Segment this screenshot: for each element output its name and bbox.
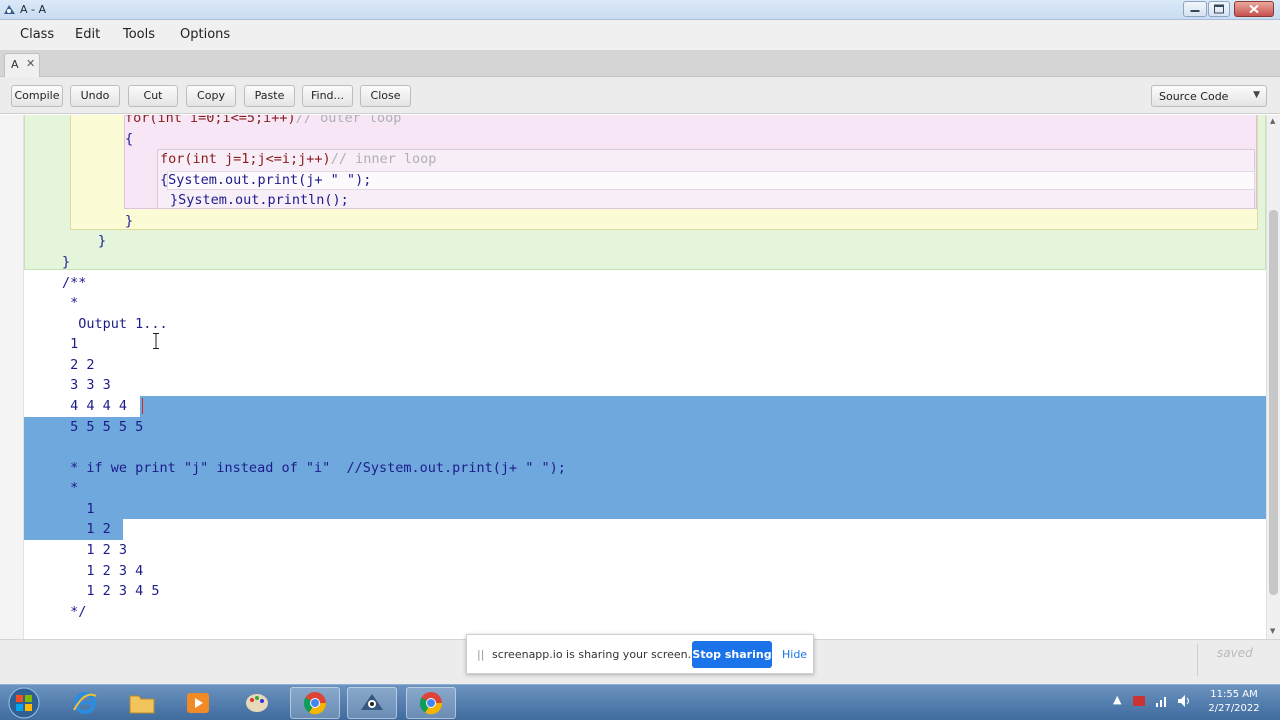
editor-toolbar: Compile Undo Cut Copy Paste Find... Clos… [0, 77, 1280, 114]
start-button[interactable] [6, 686, 42, 720]
doc-line: 4 4 4 4 [62, 398, 128, 414]
volume-icon[interactable] [1177, 694, 1191, 708]
taskbar-paint[interactable] [232, 687, 282, 719]
text-selection [140, 396, 1266, 417]
copy-button[interactable]: Copy [186, 85, 236, 107]
clock-time: 11:55 AM [1210, 689, 1258, 700]
cut-button[interactable]: Cut [128, 85, 178, 107]
view-mode-label: Source Code [1159, 90, 1229, 103]
save-status: saved [1217, 646, 1253, 660]
compile-button[interactable]: Compile [11, 85, 63, 107]
menu-class[interactable]: Class [20, 27, 54, 42]
close-icon [1249, 4, 1259, 14]
code-editor[interactable]: for(int i=0;i<=5;i++)// outer loop { for… [24, 115, 1266, 639]
folder-icon [129, 695, 155, 714]
ibeam-cursor-icon [153, 333, 159, 349]
minimize-button[interactable] [1183, 1, 1207, 17]
code-line: { [125, 131, 134, 147]
code-keyword: for(int j=1;j<=i;j++) [160, 151, 331, 167]
doc-line: Output 1... [62, 316, 168, 332]
doc-line: * [62, 480, 79, 496]
doc-line: 1 2 3 4 5 [62, 583, 160, 599]
code-comment: // inner loop [330, 151, 437, 167]
doc-line: * if we print "j" instead of "i" //Syste… [62, 460, 566, 476]
scrollbar-thumb[interactable] [1269, 210, 1278, 595]
system-clock[interactable]: 11:55 AM 2/27/2022 [1198, 688, 1270, 716]
menu-tools[interactable]: Tools [123, 27, 155, 42]
doc-line: * [62, 295, 79, 311]
window-title: A - A [20, 3, 47, 16]
doc-line: 1 [62, 336, 79, 352]
editor-tab-row: A ✕ [0, 50, 1280, 77]
doc-line: 3 3 3 [62, 377, 111, 393]
tab-label: A [11, 58, 19, 71]
taskbar-explorer[interactable] [117, 687, 167, 719]
hide-button[interactable]: Hide [782, 648, 807, 661]
code-line: {System.out.print(j+ " "); [160, 172, 372, 188]
menu-bar: Class Edit Tools Options [0, 20, 1280, 50]
code-line: for(int j=1;j<=i;j++)// inner loop [160, 149, 436, 169]
doc-line: 1 2 3 [62, 542, 128, 558]
view-mode-select[interactable]: Source Code ▼ [1151, 85, 1267, 107]
scroll-up-icon[interactable]: ▲ [1270, 117, 1275, 125]
find-button[interactable]: Find... [302, 85, 353, 107]
taskbar-bluej[interactable] [347, 687, 397, 719]
paste-button[interactable]: Paste [244, 85, 295, 107]
taskbar-media[interactable] [173, 687, 223, 719]
code-line: for(int i=0;i<=5;i++)// outer loop [125, 115, 401, 128]
paint-icon [246, 694, 268, 712]
scroll-down-icon[interactable]: ▼ [1270, 627, 1275, 635]
tray-app-icon[interactable] [1132, 694, 1146, 708]
close-button[interactable]: Close [360, 85, 411, 107]
doc-line: /** [62, 275, 87, 291]
internet-explorer-icon [73, 692, 97, 714]
windows-start-icon [8, 687, 40, 719]
drag-handle-icon[interactable]: || [477, 648, 484, 661]
doc-line: 5 5 5 5 5 [62, 419, 144, 435]
bluej-icon [361, 694, 383, 710]
vertical-scrollbar[interactable]: ▲ ▼ [1266, 115, 1280, 639]
clock-date: 2/27/2022 [1208, 703, 1260, 714]
code-comment: // outer loop [295, 115, 402, 126]
screen-share-bar: || screenapp.io is sharing your screen. … [466, 634, 814, 674]
chrome-icon [303, 692, 327, 715]
code-line: } [125, 213, 134, 229]
code-line: } [98, 233, 107, 249]
title-bar: A - A [0, 0, 1280, 20]
taskbar-chrome[interactable] [290, 687, 340, 719]
maximize-button[interactable] [1208, 1, 1230, 17]
chrome-icon [419, 692, 443, 715]
maximize-icon [1214, 4, 1224, 14]
doc-line: 1 [62, 501, 95, 517]
stop-sharing-button[interactable]: Stop sharing [692, 641, 772, 668]
taskbar-ie[interactable] [60, 687, 110, 719]
status-divider [1197, 644, 1198, 676]
code-line: }System.out.println(); [170, 192, 349, 208]
tab-a[interactable]: A ✕ [4, 53, 40, 77]
code-line: } [62, 254, 71, 270]
tab-close-icon[interactable]: ✕ [26, 57, 35, 70]
taskbar-chrome-2[interactable] [406, 687, 456, 719]
bluej-app-icon [4, 5, 15, 14]
minimize-icon [1190, 10, 1200, 12]
code-keyword: for(int i=0;i<=5;i++) [125, 115, 296, 126]
menu-options[interactable]: Options [180, 27, 230, 42]
line-gutter [0, 115, 24, 639]
tray-expand-icon[interactable]: ▲ [1113, 693, 1121, 706]
share-message: screenapp.io is sharing your screen. [492, 648, 692, 661]
media-player-icon [187, 693, 209, 713]
doc-line: 1 2 3 4 [62, 563, 144, 579]
text-caret [142, 398, 143, 414]
doc-line: 1 2 [62, 521, 111, 537]
signal-icon[interactable] [1155, 694, 1169, 708]
taskbar: ▲ 11:55 AM 2/27/2022 [0, 684, 1280, 720]
doc-line: 2 2 [62, 357, 95, 373]
menu-edit[interactable]: Edit [75, 27, 100, 42]
doc-line: */ [62, 604, 87, 620]
close-window-button[interactable] [1234, 1, 1274, 17]
undo-button[interactable]: Undo [70, 85, 120, 107]
chevron-down-icon: ▼ [1253, 90, 1260, 100]
